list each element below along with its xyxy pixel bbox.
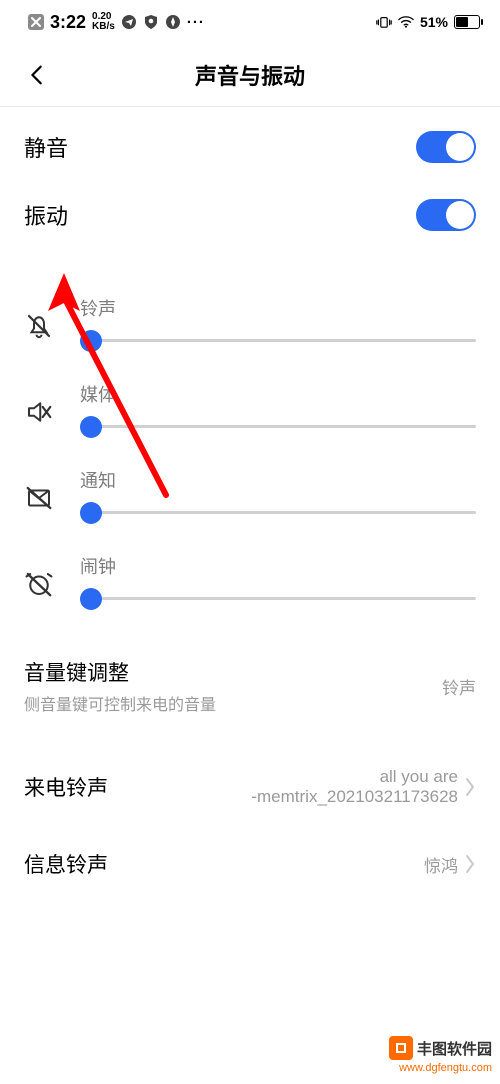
media-slider-block: 媒体 [24,381,476,431]
more-icon: ··· [187,14,205,31]
alarm-slider-block: 闹钟 [24,553,476,603]
mute-label: 静音 [24,131,68,163]
title-bar: 声音与振动 [0,44,500,106]
volume-key-value: 铃声 [442,674,476,699]
battery-icon [454,15,480,29]
sliders-section: 铃声 媒体 通知 [0,281,500,603]
bell-off-icon [24,311,58,345]
sms-ringtone-title: 信息铃声 [24,849,412,879]
mute-row: 静音 [0,107,500,187]
content: 静音 振动 铃声 媒体 [0,107,500,897]
chevron-right-icon [464,777,476,797]
telegram-icon [121,14,137,30]
volume-key-row[interactable]: 音量键调整 侧音量键可控制来电的音量 铃声 [0,639,500,733]
notification-label: 通知 [80,467,476,493]
volume-key-title: 音量键调整 [24,657,430,687]
speaker-off-icon [24,397,58,431]
watermark-icon [389,1036,413,1060]
call-ringtone-value: all you are -memtrix_20210321173628 [251,767,458,807]
wifi-icon [398,14,414,30]
notification-slider-block: 通知 [24,467,476,517]
status-time: 3:22 [50,12,86,33]
status-left: 3:22 0.20 KB/s ··· [28,12,205,33]
watermark-url: www.dgfengtu.com [399,1062,492,1074]
compass-icon [165,14,181,30]
alarm-label: 闹钟 [80,553,476,579]
ringtone-label: 铃声 [80,295,476,321]
call-ringtone-row[interactable]: 来电铃声 all you are -memtrix_20210321173628 [0,749,500,825]
vibrate-icon [376,14,392,30]
back-button[interactable] [20,58,54,92]
status-right: 51% [376,14,480,30]
notification-off-icon [24,483,58,517]
call-ringtone-title: 来电铃声 [24,772,239,802]
ringtone-slider[interactable] [80,339,476,342]
sms-ringtone-value: 惊鸿 [424,852,458,877]
chevron-right-icon [464,854,476,874]
alarm-off-icon [24,569,58,603]
vibrate-toggle[interactable] [416,199,476,231]
mute-toggle[interactable] [416,131,476,163]
status-speed: 0.20 KB/s [92,12,115,32]
no-sim-icon [28,14,44,30]
watermark-name: 丰图软件园 [417,1038,492,1059]
notification-slider[interactable] [80,511,476,514]
battery-text: 51% [420,14,448,30]
status-bar: 3:22 0.20 KB/s ··· 51% [0,0,500,44]
page-title: 声音与振动 [0,59,500,91]
vibrate-row: 振动 [0,187,500,255]
sms-ringtone-row[interactable]: 信息铃声 惊鸿 [0,831,500,897]
media-slider[interactable] [80,425,476,428]
ringtone-slider-block: 铃声 [24,295,476,345]
alarm-slider[interactable] [80,597,476,600]
volume-key-sub: 侧音量键可控制来电的音量 [24,691,430,715]
media-label: 媒体 [80,381,476,407]
vibrate-label: 振动 [24,199,68,231]
watermark: 丰图软件园 www.dgfengtu.com [389,1036,492,1074]
shield-icon [143,14,159,30]
